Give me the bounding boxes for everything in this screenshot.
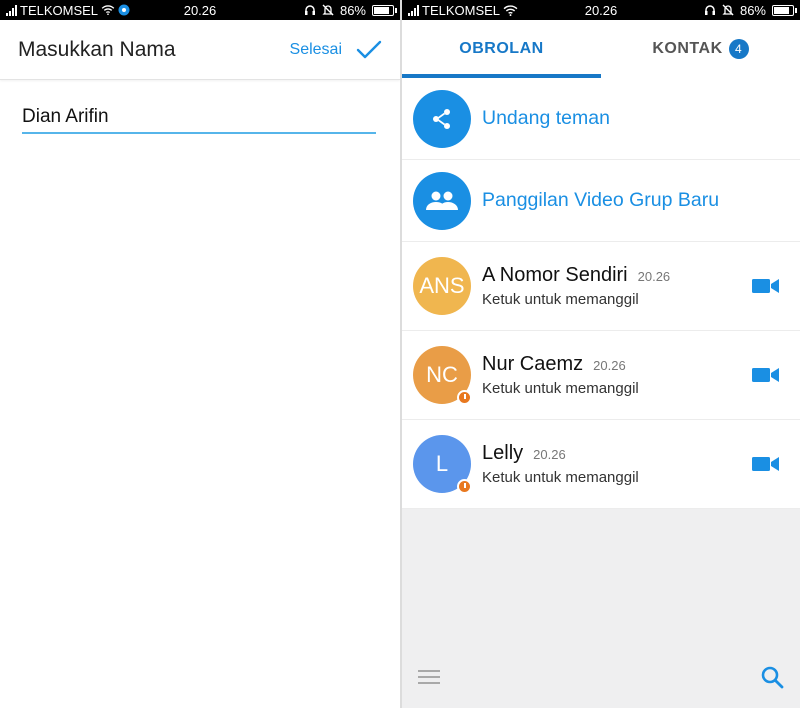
video-call-button[interactable] xyxy=(752,455,780,473)
chat-list-screen: TELKOMSEL 20.26 86% OBROLAN KONTAK 4 Und… xyxy=(402,0,800,708)
contact-time: 20.26 xyxy=(637,269,671,284)
avatar-initials: NC xyxy=(426,362,458,387)
battery-percent: 86% xyxy=(739,2,766,18)
avatar-initials: L xyxy=(435,451,449,476)
battery-percent: 86% xyxy=(339,2,366,18)
check-icon xyxy=(356,40,382,58)
invite-avatar xyxy=(413,89,471,148)
video-camera-icon xyxy=(752,279,779,293)
headset-icon xyxy=(704,5,715,15)
avatar: L xyxy=(413,435,472,494)
status-bar: TELKOMSEL 20.26 86% xyxy=(402,0,800,20)
contact-name: Lelly xyxy=(482,442,524,464)
contact-name: A Nomor Sendiri xyxy=(482,264,628,286)
wifi-icon xyxy=(101,5,115,15)
contact-name: Nur Caemz xyxy=(482,353,584,375)
muted-bell-icon xyxy=(322,4,334,16)
battery-icon xyxy=(772,4,797,16)
tab-chats[interactable]: OBROLAN xyxy=(402,20,601,78)
name-field-wrapper xyxy=(22,106,376,134)
name-input[interactable] xyxy=(22,106,376,128)
hamburger-menu-icon xyxy=(418,670,440,684)
wifi-icon xyxy=(503,4,518,16)
carrier-label: TELKOMSEL xyxy=(20,2,99,18)
app-user-badge-icon xyxy=(457,390,472,405)
contact-row[interactable]: ANS A Nomor Sendiri 20.26 Ketuk untuk me… xyxy=(402,242,800,331)
app-bar: Masukkan Nama Selesai xyxy=(0,20,400,80)
chat-list: Undang teman Panggilan Video Grup Baru A… xyxy=(402,78,800,509)
invite-friends-button[interactable]: Undang teman xyxy=(402,78,800,160)
contact-subtitle: Ketuk untuk memanggil xyxy=(482,380,639,397)
group-call-avatar xyxy=(413,171,471,230)
new-group-video-call-button[interactable]: Panggilan Video Grup Baru xyxy=(402,160,800,242)
muted-bell-icon xyxy=(722,4,734,16)
done-button[interactable]: Selesai xyxy=(290,40,382,60)
menu-button[interactable] xyxy=(418,669,440,685)
contact-time: 20.26 xyxy=(593,358,626,373)
tab-bar: OBROLAN KONTAK 4 xyxy=(402,20,800,78)
avatar-initials: ANS xyxy=(419,273,465,298)
contact-subtitle: Ketuk untuk memanggil xyxy=(482,291,639,308)
bottom-bar xyxy=(402,646,800,708)
tab-chats-label: OBROLAN xyxy=(459,40,544,57)
invite-friends-label: Undang teman xyxy=(482,107,610,129)
signal-icon xyxy=(6,4,17,16)
status-bar: TELKOMSEL 20.26 86% xyxy=(0,0,400,20)
video-camera-icon xyxy=(752,368,779,382)
tab-contacts-label: KONTAK xyxy=(652,40,723,57)
video-call-button[interactable] xyxy=(752,277,780,295)
signal-icon xyxy=(408,4,419,16)
app-user-badge-icon xyxy=(457,479,472,494)
battery-icon xyxy=(372,4,397,16)
page-title: Masukkan Nama xyxy=(18,37,176,61)
app-notification-icon xyxy=(118,4,130,16)
search-button[interactable] xyxy=(760,665,784,689)
share-icon xyxy=(433,108,450,129)
video-camera-icon xyxy=(752,457,779,471)
group-icon xyxy=(426,191,458,210)
name-entry-screen: TELKOMSEL 20.26 86% Masukkan Nama Selesa… xyxy=(0,0,400,708)
carrier-label: TELKOMSEL xyxy=(422,2,501,18)
video-call-button[interactable] xyxy=(752,366,780,384)
avatar: ANS xyxy=(413,257,471,315)
tab-contacts[interactable]: KONTAK 4 xyxy=(601,20,800,78)
headset-icon xyxy=(304,5,315,15)
contacts-count-badge: 4 xyxy=(728,39,749,59)
contact-subtitle: Ketuk untuk memanggil xyxy=(482,469,639,486)
contact-row[interactable]: L Lelly 20.26 Ketuk untuk memanggil xyxy=(402,420,800,509)
search-icon xyxy=(761,666,784,689)
contact-time: 20.26 xyxy=(533,447,566,462)
contact-row[interactable]: NC Nur Caemz 20.26 Ketuk untuk memanggil xyxy=(402,331,800,420)
done-label: Selesai xyxy=(289,40,342,58)
new-group-video-call-label: Panggilan Video Grup Baru xyxy=(482,189,720,211)
avatar: NC xyxy=(413,346,472,405)
